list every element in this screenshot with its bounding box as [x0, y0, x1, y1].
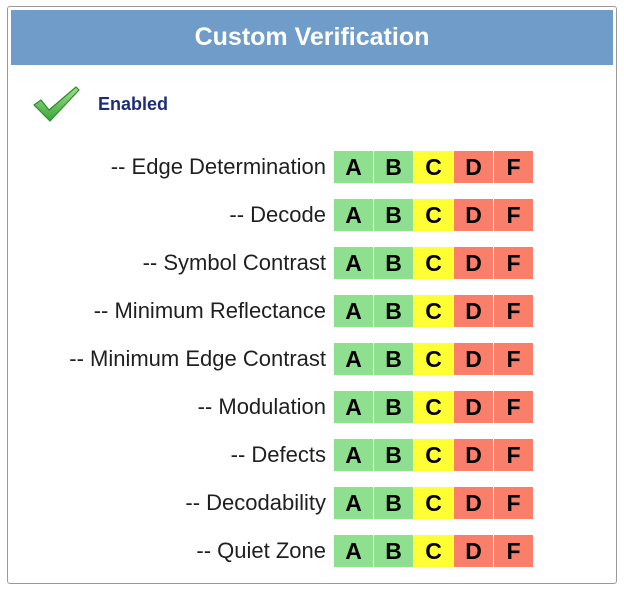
- grade-selector: ABCDF: [334, 535, 533, 567]
- parameter-label: -- Minimum Edge Contrast: [69, 346, 326, 371]
- enabled-toggle[interactable]: Enabled: [32, 85, 168, 123]
- grade-f-button[interactable]: F: [494, 343, 533, 375]
- parameter-label: -- Defects: [230, 442, 326, 467]
- grade-b-button[interactable]: B: [374, 151, 413, 183]
- custom-verification-panel: Custom Verification Enabled -- Edge Dete…: [7, 6, 617, 584]
- grade-d-button[interactable]: D: [454, 535, 493, 567]
- grade-selector: ABCDF: [334, 295, 533, 327]
- parameter-label: -- Symbol Contrast: [142, 250, 326, 275]
- grade-f-button[interactable]: F: [494, 295, 533, 327]
- parameter-row: -- Modulation A B C D F: [8, 391, 616, 431]
- grade-a-button[interactable]: A: [334, 391, 373, 423]
- grade-b-button[interactable]: B: [374, 439, 413, 471]
- grade-c-button[interactable]: C: [414, 535, 453, 567]
- grade-d-button[interactable]: D: [454, 247, 493, 279]
- grade-a-button[interactable]: A: [334, 343, 373, 375]
- grade-selector: ABCDF: [334, 439, 533, 471]
- grade-a-button[interactable]: A: [334, 295, 373, 327]
- grade-a-button[interactable]: A: [334, 151, 373, 183]
- grade-c-button[interactable]: C: [414, 151, 453, 183]
- grade-a-button[interactable]: A: [334, 439, 373, 471]
- grade-d-button[interactable]: D: [454, 199, 493, 231]
- grade-selector: ABCDF: [334, 487, 533, 519]
- panel-header: Custom Verification: [11, 10, 613, 65]
- grade-b-button[interactable]: B: [374, 295, 413, 327]
- parameter-label: -- Decodability: [185, 490, 326, 515]
- grade-a-button[interactable]: A: [334, 535, 373, 567]
- grade-c-button[interactable]: C: [414, 295, 453, 327]
- grade-d-button[interactable]: D: [454, 295, 493, 327]
- grade-f-button[interactable]: F: [494, 535, 533, 567]
- grade-d-button[interactable]: D: [454, 391, 493, 423]
- grade-b-button[interactable]: B: [374, 391, 413, 423]
- parameter-row: -- Defects A B C D F: [8, 439, 616, 479]
- grade-f-button[interactable]: F: [494, 247, 533, 279]
- parameter-row: -- Decode A B C D F: [8, 199, 616, 239]
- grade-selector: ABCDF: [334, 391, 533, 423]
- parameter-label: -- Decode: [229, 202, 326, 227]
- checkmark-icon: [32, 85, 80, 123]
- grade-c-button[interactable]: C: [414, 199, 453, 231]
- grade-f-button[interactable]: F: [494, 391, 533, 423]
- grade-d-button[interactable]: D: [454, 151, 493, 183]
- grade-b-button[interactable]: B: [374, 343, 413, 375]
- grade-b-button[interactable]: B: [374, 247, 413, 279]
- panel-title: Custom Verification: [194, 23, 430, 51]
- grade-c-button[interactable]: C: [414, 487, 453, 519]
- grade-selector: ABCDF: [334, 247, 533, 279]
- parameter-row: -- Edge Determination A B C D F: [8, 151, 616, 191]
- parameter-row: -- Minimum Reflectance A B C D F: [8, 295, 616, 335]
- grade-c-button[interactable]: C: [414, 439, 453, 471]
- grade-d-button[interactable]: D: [454, 343, 493, 375]
- parameter-row: -- Minimum Edge Contrast A B C D F: [8, 343, 616, 383]
- grade-f-button[interactable]: F: [494, 487, 533, 519]
- parameter-label: -- Minimum Reflectance: [93, 298, 326, 323]
- parameter-label: -- Quiet Zone: [196, 538, 326, 563]
- grade-selector: ABCDF: [334, 343, 533, 375]
- grade-a-button[interactable]: A: [334, 199, 373, 231]
- parameter-label: -- Modulation: [197, 394, 326, 419]
- grade-d-button[interactable]: D: [454, 439, 493, 471]
- enabled-label: Enabled: [98, 93, 169, 114]
- parameter-row: -- Decodability A B C D F: [8, 487, 616, 527]
- parameter-row: -- Symbol Contrast A B C D F: [8, 247, 616, 287]
- grade-f-button[interactable]: F: [494, 151, 533, 183]
- grade-a-button[interactable]: A: [334, 247, 373, 279]
- grade-selector: ABCDF: [334, 151, 533, 183]
- grade-f-button[interactable]: F: [494, 439, 533, 471]
- grade-b-button[interactable]: B: [374, 487, 413, 519]
- parameter-label: -- Edge Determination: [110, 154, 326, 179]
- grade-c-button[interactable]: C: [414, 247, 453, 279]
- grade-selector: ABCDF: [334, 199, 533, 231]
- grade-b-button[interactable]: B: [374, 199, 413, 231]
- grade-a-button[interactable]: A: [334, 487, 373, 519]
- grade-c-button[interactable]: C: [414, 391, 453, 423]
- grade-f-button[interactable]: F: [494, 199, 533, 231]
- grade-c-button[interactable]: C: [414, 343, 453, 375]
- grade-b-button[interactable]: B: [374, 535, 413, 567]
- parameter-row: -- Quiet Zone A B C D F: [8, 535, 616, 575]
- grade-d-button[interactable]: D: [454, 487, 493, 519]
